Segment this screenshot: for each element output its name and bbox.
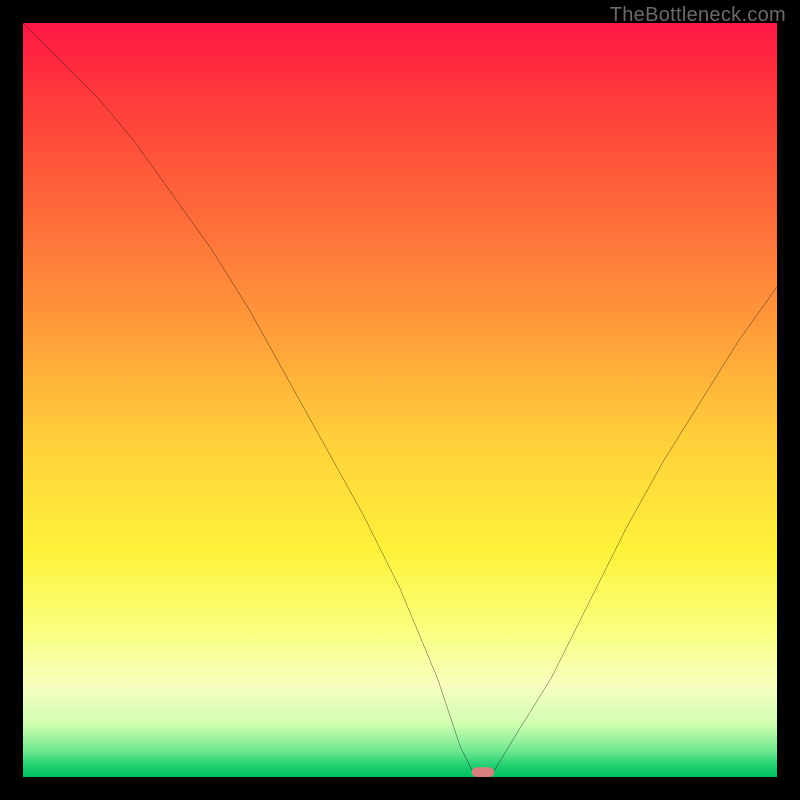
chart-svg xyxy=(23,23,777,777)
watermark-label: TheBottleneck.com xyxy=(610,4,786,27)
optimal-marker xyxy=(472,767,495,777)
chart-frame: TheBottleneck.com xyxy=(0,0,800,800)
gradient-background xyxy=(23,23,777,777)
plot-area xyxy=(23,23,777,777)
